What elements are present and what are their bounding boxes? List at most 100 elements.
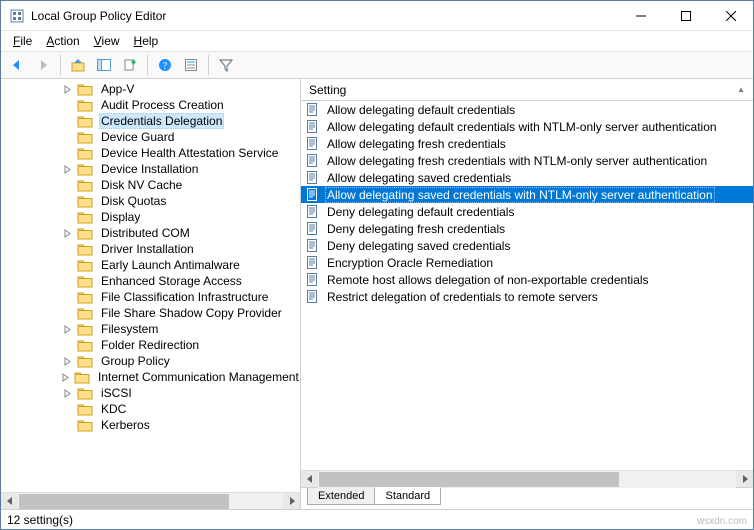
list-row[interactable]: Deny delegating default credentials (301, 203, 753, 220)
expand-toggle-icon (61, 179, 73, 191)
scroll-thumb[interactable] (19, 494, 229, 509)
tree-item[interactable]: Distributed COM (1, 225, 300, 241)
tree-item[interactable]: Internet Communication Management (1, 369, 300, 385)
help-button[interactable]: ? (153, 53, 177, 77)
expand-toggle-icon[interactable] (61, 163, 73, 175)
menu-file[interactable]: File (7, 33, 38, 49)
list-row-label: Allow delegating saved credentials (325, 171, 513, 185)
expand-toggle-icon[interactable] (61, 371, 70, 383)
list-row[interactable]: Allow delegating saved credentials (301, 169, 753, 186)
window-title: Local Group Policy Editor (31, 9, 618, 23)
list-row[interactable]: Encryption Oracle Remediation (301, 254, 753, 271)
scroll-left-button[interactable] (1, 493, 18, 510)
maximize-button[interactable] (663, 1, 708, 30)
list-row[interactable]: Allow delegating default credentials wit… (301, 118, 753, 135)
window-controls (618, 1, 753, 30)
expand-toggle-icon (61, 259, 73, 271)
expand-toggle-icon (61, 339, 73, 351)
tree-scroll[interactable]: App-VAudit Process CreationCredentials D… (1, 79, 300, 492)
tree-item[interactable]: Driver Installation (1, 241, 300, 257)
tree-item[interactable]: Folder Redirection (1, 337, 300, 353)
expand-toggle-icon[interactable] (61, 323, 73, 335)
scroll-track[interactable] (318, 471, 736, 488)
expand-toggle-icon[interactable] (61, 355, 73, 367)
tab-standard[interactable]: Standard (374, 487, 441, 505)
expand-toggle-icon[interactable] (61, 387, 73, 399)
scroll-left-button[interactable] (301, 471, 318, 488)
tree-item[interactable]: Disk Quotas (1, 193, 300, 209)
folder-icon (77, 194, 93, 208)
tree-pane: App-VAudit Process CreationCredentials D… (1, 79, 301, 509)
policy-icon (305, 272, 321, 288)
list-row[interactable]: Allow delegating fresh credentials with … (301, 152, 753, 169)
scroll-thumb[interactable] (319, 472, 619, 487)
list-header[interactable]: Setting ▲ (301, 79, 753, 101)
list-row[interactable]: Deny delegating saved credentials (301, 237, 753, 254)
tree-item[interactable]: Display (1, 209, 300, 225)
properties-button[interactable] (179, 53, 203, 77)
expand-toggle-icon (61, 115, 73, 127)
tree-item-label: File Classification Infrastructure (99, 290, 270, 304)
tree-item[interactable]: Device Installation (1, 161, 300, 177)
list-body: Allow delegating default credentialsAllo… (301, 101, 753, 305)
policy-icon (305, 204, 321, 220)
tree-item[interactable]: Audit Process Creation (1, 97, 300, 113)
filter-button[interactable] (214, 53, 238, 77)
tree-item-label: Display (99, 210, 142, 224)
list-row[interactable]: Allow delegating saved credentials with … (301, 186, 753, 203)
list-row[interactable]: Deny delegating fresh credentials (301, 220, 753, 237)
tree-item-label: Disk NV Cache (99, 178, 184, 192)
tree-item[interactable]: Device Guard (1, 129, 300, 145)
show-hide-tree-button[interactable] (92, 53, 116, 77)
list-row[interactable]: Restrict delegation of credentials to re… (301, 288, 753, 305)
menu-help[interactable]: Help (128, 33, 165, 49)
status-text: 12 setting(s) (7, 513, 73, 527)
list-row[interactable]: Allow delegating fresh credentials (301, 135, 753, 152)
tree-item[interactable]: File Classification Infrastructure (1, 289, 300, 305)
menu-action[interactable]: Action (40, 33, 85, 49)
tree-item[interactable]: Filesystem (1, 321, 300, 337)
policy-icon (305, 221, 321, 237)
policy-icon (305, 289, 321, 305)
tree-item[interactable]: Disk NV Cache (1, 177, 300, 193)
list-h-scrollbar[interactable] (301, 470, 753, 487)
tree-item[interactable]: Enhanced Storage Access (1, 273, 300, 289)
list-body-scroll[interactable]: Allow delegating default credentialsAllo… (301, 101, 753, 470)
list-row[interactable]: Remote host allows delegation of non-exp… (301, 271, 753, 288)
close-button[interactable] (708, 1, 753, 30)
folder-icon (77, 210, 93, 224)
tab-extended[interactable]: Extended (307, 488, 375, 505)
expand-toggle-icon[interactable] (61, 227, 73, 239)
tree-item[interactable]: App-V (1, 81, 300, 97)
policy-icon (305, 238, 321, 254)
tree-item[interactable]: KDC (1, 401, 300, 417)
folder-icon (74, 370, 90, 384)
tree-item-label: Driver Installation (99, 242, 196, 256)
column-setting[interactable]: Setting ▲ (301, 81, 753, 99)
view-tabs: Extended Standard (301, 487, 753, 509)
scroll-track[interactable] (18, 493, 283, 510)
list-row-label: Restrict delegation of credentials to re… (325, 290, 600, 304)
tree-item[interactable]: Early Launch Antimalware (1, 257, 300, 273)
tree-item[interactable]: File Share Shadow Copy Provider (1, 305, 300, 321)
forward-button (31, 53, 55, 77)
tree-item[interactable]: Credentials Delegation (1, 113, 300, 129)
export-button[interactable] (118, 53, 142, 77)
expand-toggle-icon (61, 211, 73, 223)
up-button[interactable] (66, 53, 90, 77)
scroll-right-button[interactable] (736, 471, 753, 488)
menu-view[interactable]: View (88, 33, 126, 49)
tree-item[interactable]: Group Policy (1, 353, 300, 369)
policy-icon (305, 136, 321, 152)
tree-item[interactable]: Device Health Attestation Service (1, 145, 300, 161)
tree-item[interactable]: iSCSI (1, 385, 300, 401)
policy-icon (305, 255, 321, 271)
tree-h-scrollbar[interactable] (1, 492, 300, 509)
list-row[interactable]: Allow delegating default credentials (301, 101, 753, 118)
list-row-label: Allow delegating saved credentials with … (325, 187, 715, 203)
expand-toggle-icon[interactable] (61, 83, 73, 95)
minimize-button[interactable] (618, 1, 663, 30)
scroll-right-button[interactable] (283, 493, 300, 510)
tree-item[interactable]: Kerberos (1, 417, 300, 433)
back-button[interactable] (5, 53, 29, 77)
